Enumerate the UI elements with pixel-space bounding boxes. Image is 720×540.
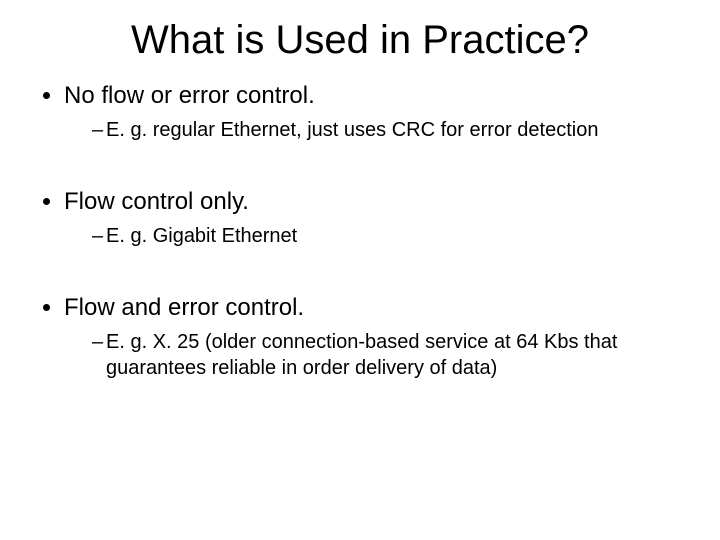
bullet-text: Flow and error control. — [64, 294, 304, 321]
list-item: Flow and error control. E. g. X. 25 (old… — [64, 293, 680, 381]
sub-list-item: E. g. Gigabit Ethernet — [92, 223, 680, 249]
bullet-text: Flow control only. — [64, 188, 249, 215]
sub-list: E. g. regular Ethernet, just uses CRC fo… — [64, 117, 680, 143]
slide: What is Used in Practice? No flow or err… — [0, 0, 720, 540]
list-item: No flow or error control. E. g. regular … — [64, 81, 680, 143]
slide-title: What is Used in Practice? — [40, 18, 680, 63]
sub-list-item: E. g. regular Ethernet, just uses CRC fo… — [92, 117, 680, 143]
list-item: Flow control only. E. g. Gigabit Etherne… — [64, 187, 680, 249]
bullet-text: No flow or error control. — [64, 82, 315, 109]
sub-bullet-text: E. g. X. 25 (older connection-based serv… — [106, 331, 617, 379]
sub-bullet-text: E. g. Gigabit Ethernet — [106, 225, 297, 247]
sub-list: E. g. X. 25 (older connection-based serv… — [64, 329, 680, 381]
sub-list-item: E. g. X. 25 (older connection-based serv… — [92, 329, 680, 381]
sub-bullet-text: E. g. regular Ethernet, just uses CRC fo… — [106, 119, 598, 141]
spacer — [64, 147, 680, 183]
spacer — [64, 253, 680, 289]
sub-list: E. g. Gigabit Ethernet — [64, 223, 680, 249]
bullet-list: No flow or error control. E. g. regular … — [40, 81, 680, 381]
